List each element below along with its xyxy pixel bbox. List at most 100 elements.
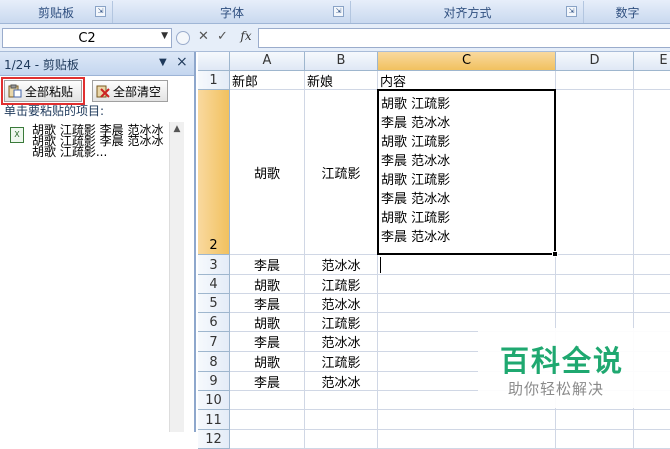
clipboard-hint: 单击要粘贴的项目: [4, 105, 105, 118]
cell-b11[interactable] [305, 410, 378, 430]
cell-a11[interactable] [230, 410, 305, 430]
close-icon[interactable]: × [176, 54, 188, 70]
column-header-e[interactable]: E [634, 52, 670, 71]
cell-e2[interactable] [634, 90, 670, 255]
cell-b9[interactable]: 范冰冰 [305, 372, 378, 391]
cell-c1[interactable]: 内容 [378, 71, 556, 90]
row-header-11[interactable]: 11 [198, 410, 230, 430]
row-header-1[interactable]: 1 [198, 71, 230, 90]
clipboard-pane-header: 1/24 - 剪贴板 ▼ × [0, 52, 194, 76]
cell-a3[interactable]: 李晨 [230, 255, 305, 275]
cell-b3[interactable]: 范冰冰 [305, 255, 378, 275]
cell-a1[interactable]: 新郎 [230, 71, 305, 90]
cell-a6[interactable]: 胡歌 [230, 313, 305, 332]
cell-b5[interactable]: 范冰冰 [305, 294, 378, 313]
row-header-10[interactable]: 10 [198, 391, 230, 410]
cell-c2-line: 李晨 范冰冰 [381, 192, 451, 207]
watermark-slogan: 助你轻松解决 [508, 380, 605, 398]
name-box[interactable]: C2 ▼ [2, 28, 172, 48]
cell-b2[interactable]: 江疏影 [305, 90, 378, 255]
ribbon-group-label: 字体 [219, 5, 244, 20]
cell-b4[interactable]: 江疏影 [305, 275, 378, 294]
cell-c4[interactable] [378, 275, 556, 294]
column-header-c[interactable]: C [378, 52, 556, 71]
cell-a4[interactable]: 胡歌 [230, 275, 305, 294]
watermark-brand: 百科全说 [500, 344, 625, 378]
row-header-4[interactable]: 4 [198, 275, 230, 294]
cell-a5[interactable]: 李晨 [230, 294, 305, 313]
cell-b10[interactable] [305, 391, 378, 410]
row-header-8[interactable]: 8 [198, 352, 230, 372]
paste-all-button[interactable]: 全部粘贴 [1, 77, 85, 105]
cell-b6[interactable]: 江疏影 [305, 313, 378, 332]
cell-d11[interactable] [556, 410, 634, 430]
fill-handle[interactable] [552, 251, 558, 257]
watermark: 百科全说 助你轻松解决 [478, 328, 670, 408]
cell-c11[interactable] [378, 410, 556, 430]
cell-b12[interactable] [305, 430, 378, 449]
cell-a9[interactable]: 李晨 [230, 372, 305, 391]
insert-function-button[interactable]: fx [236, 29, 256, 47]
cell-c3[interactable] [378, 255, 556, 275]
ribbon-group-number: 数字 [585, 1, 670, 23]
column-header-b[interactable]: B [305, 52, 378, 71]
cell-e5[interactable] [634, 294, 670, 313]
pane-menu-arrow-icon[interactable]: ▼ [159, 57, 167, 68]
cell-d3[interactable] [556, 255, 634, 275]
cell-b7[interactable]: 范冰冰 [305, 332, 378, 352]
ribbon-group-font: 字体 ⇲ [114, 1, 351, 23]
dialog-launcher-icon[interactable]: ⇲ [566, 6, 577, 17]
active-cell-c2[interactable]: 胡歌 江疏影 李晨 范冰冰 胡歌 江疏影 李晨 范冰冰 胡歌 江疏影 李晨 范冰冰 胡歌 江… [377, 89, 558, 257]
row-header-2[interactable]: 2 [198, 90, 230, 255]
cell-e4[interactable] [634, 275, 670, 294]
formula-input[interactable] [258, 28, 670, 48]
clipboard-pane: 1/24 - 剪贴板 ▼ × 全部粘贴 全部清空 单击要粘贴的项目: X 胡歌 … [0, 52, 196, 432]
column-header-a[interactable]: A [230, 52, 305, 71]
ribbon-group-label: 数字 [615, 5, 640, 20]
row-header-3[interactable]: 3 [198, 255, 230, 275]
cell-d12[interactable] [556, 430, 634, 449]
cell-a12[interactable] [230, 430, 305, 449]
row-header-9[interactable]: 9 [198, 372, 230, 391]
cell-d4[interactable] [556, 275, 634, 294]
row-header-7[interactable]: 7 [198, 332, 230, 352]
row-header-12[interactable]: 12 [198, 430, 230, 449]
cell-b8[interactable]: 江疏影 [305, 352, 378, 372]
cell-c2-line: 李晨 范冰冰 [381, 230, 451, 245]
cell-c2-line: 李晨 范冰冰 [381, 116, 451, 131]
cell-a2[interactable]: 胡歌 [230, 90, 305, 255]
dialog-launcher-icon[interactable]: ⇲ [95, 6, 106, 17]
dialog-launcher-icon[interactable]: ⇲ [333, 6, 344, 17]
column-header-d[interactable]: D [556, 52, 634, 71]
cell-c2-line: 李晨 范冰冰 [381, 154, 451, 169]
cell-a10[interactable] [230, 391, 305, 410]
cell-e1[interactable] [634, 71, 670, 90]
dropdown-arrow-icon[interactable]: ▼ [161, 31, 168, 41]
clear-all-button[interactable]: 全部清空 [92, 80, 168, 102]
pane-scrollbar[interactable]: ▲ [169, 122, 184, 432]
cell-c12[interactable] [378, 430, 556, 449]
cell-d5[interactable] [556, 294, 634, 313]
name-box-value: C2 [78, 30, 96, 46]
row-header-6[interactable]: 6 [198, 313, 230, 332]
text-cursor [380, 257, 381, 273]
cell-c2-line: 胡歌 江疏影 [381, 211, 451, 226]
formula-bar-expand-icon[interactable] [176, 31, 190, 45]
row-header-5[interactable]: 5 [198, 294, 230, 313]
cell-b1[interactable]: 新娘 [305, 71, 378, 90]
paste-all-label: 全部粘贴 [25, 84, 74, 99]
cell-a8[interactable]: 胡歌 [230, 352, 305, 372]
cancel-icon[interactable]: ✕ [198, 29, 209, 44]
select-all-corner[interactable] [198, 52, 230, 71]
cell-e3[interactable] [634, 255, 670, 275]
ribbon-group-alignment: 对齐方式 ⇲ [352, 1, 584, 23]
enter-icon[interactable]: ✓ [217, 29, 228, 44]
cell-e11[interactable] [634, 410, 670, 430]
ribbon-group-label: 剪贴板 [37, 5, 74, 20]
cell-c5[interactable] [378, 294, 556, 313]
scroll-up-icon[interactable]: ▲ [170, 124, 184, 134]
cell-a7[interactable]: 李晨 [230, 332, 305, 352]
cell-d1[interactable] [556, 71, 634, 90]
cell-d2[interactable] [556, 90, 634, 255]
cell-e12[interactable] [634, 430, 670, 449]
